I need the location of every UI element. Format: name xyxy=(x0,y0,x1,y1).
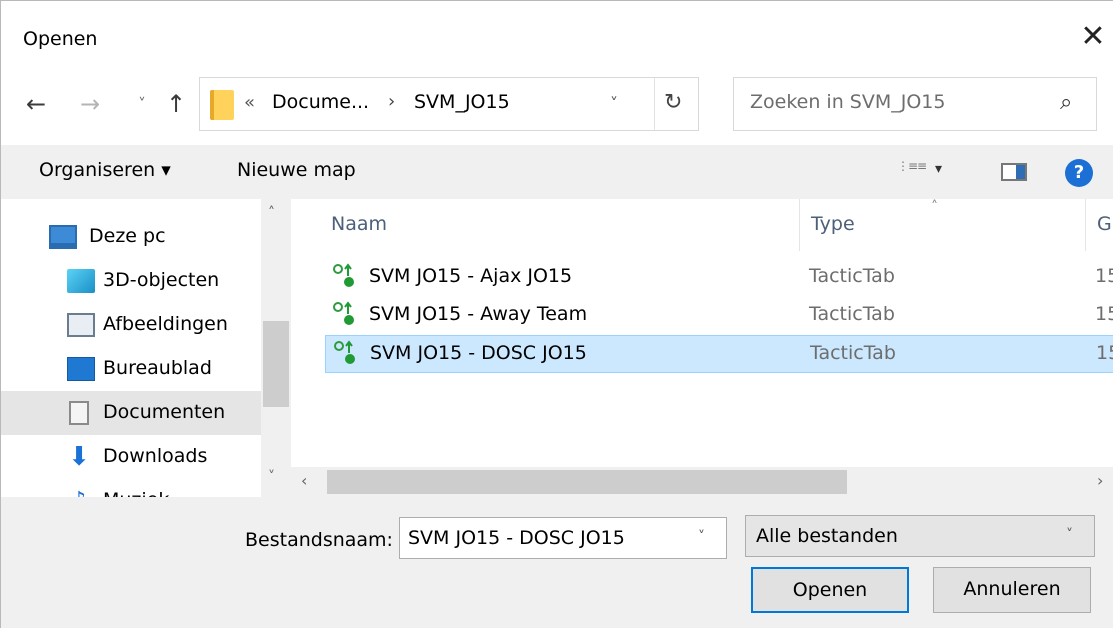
cancel-button[interactable]: Annuleren xyxy=(933,567,1091,613)
filetype-select[interactable]: Alle bestanden ˅ xyxy=(745,515,1095,557)
file-name: SVM JO15 - DOSC JO15 xyxy=(370,342,587,364)
scroll-thumb[interactable] xyxy=(327,470,847,494)
open-button[interactable]: Openen xyxy=(751,567,909,613)
search-placeholder: Zoeken in SVM_JO15 xyxy=(750,91,946,113)
help-icon[interactable]: ? xyxy=(1065,159,1093,187)
column-header-name[interactable]: Naam xyxy=(331,213,387,235)
picture-icon xyxy=(67,313,95,337)
chevron-down-icon[interactable]: ˅ xyxy=(698,529,705,545)
scroll-thumb[interactable] xyxy=(263,321,289,407)
breadcrumb-svm-jo15[interactable]: SVM_JO15 xyxy=(414,91,510,113)
sidebar-item-afbeeldingen[interactable]: Afbeeldingen xyxy=(1,303,261,347)
chevron-down-icon[interactable]: ˅ xyxy=(1066,527,1073,543)
tactictab-file-icon xyxy=(333,301,354,325)
sidebar-item-label: Downloads xyxy=(103,445,208,467)
file-size: 15 xyxy=(1095,265,1113,287)
cube-icon xyxy=(67,269,95,293)
desktop-icon xyxy=(67,357,95,381)
recent-locations-chevron-icon[interactable]: ˅ xyxy=(127,89,157,119)
breadcrumb-documents[interactable]: Docume... xyxy=(272,91,369,113)
dialog-window: Openen ✕ ← → ˅ ↑ « Docume... › SVM_JO15 … xyxy=(0,0,1113,628)
column-header-type[interactable]: Type xyxy=(811,213,855,235)
title-bar: Openen ✕ xyxy=(1,1,1113,73)
file-list: Naam ˄ Type Gr SVM JO15 - Ajax JO15 Tact… xyxy=(291,199,1113,467)
sidebar-item-label: Deze pc xyxy=(89,225,166,247)
download-icon: ⬇ xyxy=(68,442,90,472)
sidebar-item-downloads[interactable]: ⬇ Downloads xyxy=(1,435,261,479)
filetype-value: Alle bestanden xyxy=(756,525,898,547)
sidebar-item-muziek[interactable]: ♪ Muziek xyxy=(1,479,261,500)
view-options-icon[interactable]: ⋮≡≡ xyxy=(897,159,929,183)
refresh-icon[interactable]: ↻ xyxy=(664,90,682,115)
address-dropdown-icon[interactable]: ˅ xyxy=(610,94,618,113)
scroll-right-icon[interactable]: › xyxy=(1097,471,1103,490)
address-divider xyxy=(654,78,655,130)
file-list-horizontal-scrollbar[interactable]: ‹ › xyxy=(291,467,1113,497)
tactictab-file-icon xyxy=(334,340,355,364)
sidebar-item-deze-pc[interactable]: Deze pc xyxy=(1,215,261,259)
sidebar-item-3d-objecten[interactable]: 3D-objecten xyxy=(1,259,261,303)
up-arrow-icon[interactable]: ↑ xyxy=(161,89,191,119)
bottom-panel: Bestandsnaam: SVM JO15 - DOSC JO15 ˅ All… xyxy=(1,497,1113,628)
sidebar-item-label: Bureaublad xyxy=(103,357,212,379)
navigation-pane: Deze pc 3D-objecten Afbeeldingen Bureaub… xyxy=(1,199,291,499)
sidebar-vertical-scrollbar[interactable]: ˄ ˅ xyxy=(261,199,291,497)
scroll-left-icon[interactable]: ‹ xyxy=(301,471,307,490)
breadcrumb-separator-icon[interactable]: › xyxy=(388,91,395,112)
sidebar-item-documenten[interactable]: Documenten xyxy=(1,391,261,435)
scroll-up-icon[interactable]: ˄ xyxy=(268,205,275,221)
back-arrow-icon[interactable]: ← xyxy=(21,89,51,119)
address-overflow-icon[interactable]: « xyxy=(244,92,255,113)
folder-icon xyxy=(210,90,234,120)
filename-label: Bestandsnaam: xyxy=(245,529,393,551)
column-divider[interactable] xyxy=(799,199,800,251)
file-row-selected[interactable]: SVM JO15 - DOSC JO15 TacticTab 15 xyxy=(325,335,1113,373)
file-size: 15 xyxy=(1096,342,1113,364)
sidebar-item-label: Documenten xyxy=(103,401,226,423)
new-folder-button[interactable]: Nieuwe map xyxy=(237,159,356,181)
sidebar-item-label: Afbeeldingen xyxy=(103,313,228,335)
file-name: SVM JO15 - Ajax JO15 xyxy=(369,265,573,287)
file-name: SVM JO15 - Away Team xyxy=(369,303,588,325)
search-input[interactable]: Zoeken in SVM_JO15 ⌕ xyxy=(733,77,1097,131)
window-title: Openen xyxy=(23,28,98,50)
sidebar-item-label: 3D-objecten xyxy=(103,269,220,291)
view-dropdown-icon[interactable]: ▾ xyxy=(935,161,942,177)
column-header-size[interactable]: Gr xyxy=(1097,213,1113,235)
sidebar-item-bureaublad[interactable]: Bureaublad xyxy=(1,347,261,391)
preview-pane-icon[interactable] xyxy=(1001,163,1027,181)
file-row[interactable]: SVM JO15 - Away Team TacticTab 15 xyxy=(325,297,1113,335)
file-type: TacticTab xyxy=(809,265,895,287)
sort-ascending-icon: ˄ xyxy=(931,199,938,215)
document-icon xyxy=(69,401,89,425)
command-bar: Organiseren ▾ Nieuwe map ⋮≡≡ ▾ ? xyxy=(1,145,1113,199)
close-icon[interactable]: ✕ xyxy=(1073,19,1113,55)
organize-button[interactable]: Organiseren ▾ xyxy=(39,159,171,181)
search-icon[interactable]: ⌕ xyxy=(1060,90,1072,115)
file-size: 15 xyxy=(1095,303,1113,325)
filename-value: SVM JO15 - DOSC JO15 xyxy=(408,527,625,549)
address-bar[interactable]: « Docume... › SVM_JO15 ˅ ↻ xyxy=(199,77,699,131)
tactictab-file-icon xyxy=(333,263,354,287)
forward-arrow-icon[interactable]: → xyxy=(75,89,105,119)
column-divider[interactable] xyxy=(1085,199,1086,251)
computer-icon xyxy=(49,225,77,249)
file-type: TacticTab xyxy=(810,342,896,364)
file-row[interactable]: SVM JO15 - Ajax JO15 TacticTab 15 xyxy=(325,259,1113,297)
file-type: TacticTab xyxy=(809,303,895,325)
scroll-down-icon[interactable]: ˅ xyxy=(268,469,275,485)
filename-field[interactable]: SVM JO15 - DOSC JO15 ˅ xyxy=(399,517,727,559)
